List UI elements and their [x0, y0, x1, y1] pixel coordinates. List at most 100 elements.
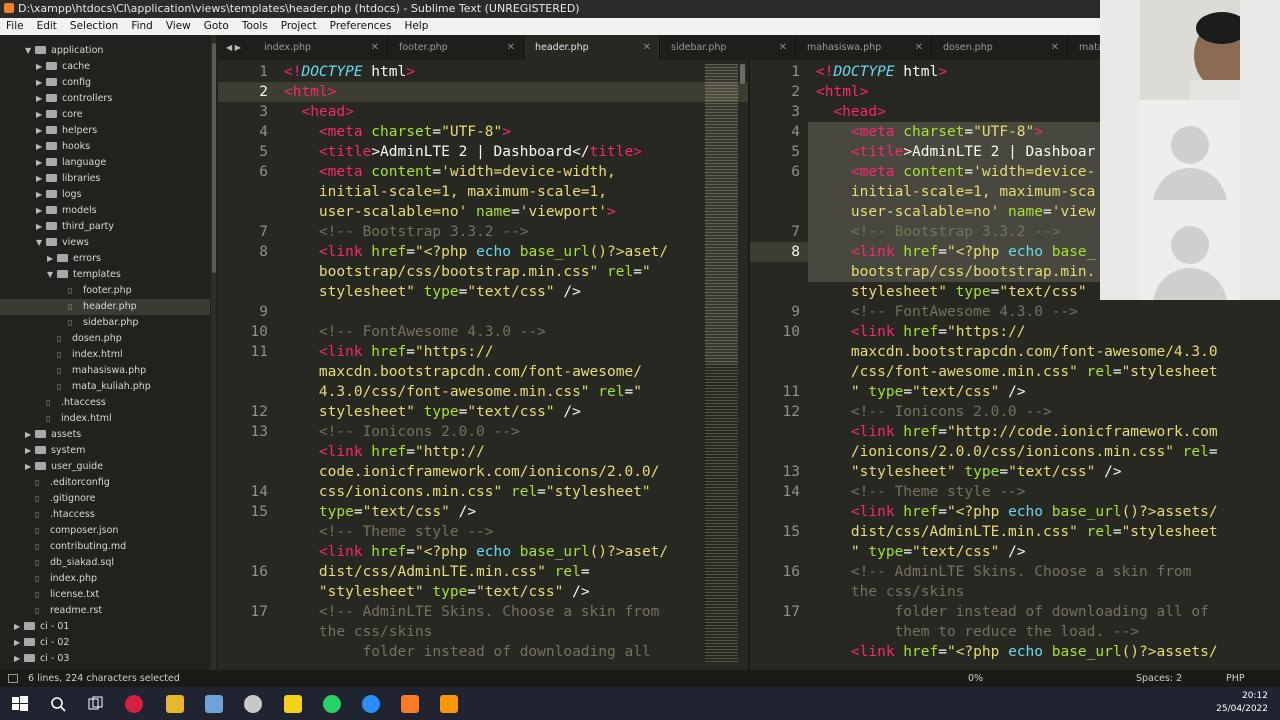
- paint-app-icon[interactable]: [244, 695, 262, 713]
- tab-nav-arrows-icon[interactable]: ◀ ▶: [226, 35, 241, 60]
- syntax-status[interactable]: PHP: [1226, 670, 1245, 687]
- sidebar-folder[interactable]: ▶ libraries: [0, 171, 210, 187]
- chevron-right-icon[interactable]: ▶: [36, 139, 46, 155]
- tab-header-php[interactable]: header.php ✕: [525, 35, 660, 60]
- sidebar-file[interactable]: ▯ mahasiswa.php: [0, 363, 210, 379]
- sidebar-file[interactable]: ▯ header.php: [0, 299, 210, 315]
- sidebar-file[interactable]: ▯ readme.rst: [0, 603, 210, 619]
- menu-item-help[interactable]: Help: [404, 20, 428, 32]
- chevron-down-icon[interactable]: ▼: [36, 235, 46, 251]
- sidebar-folder[interactable]: ▼ application: [0, 43, 210, 59]
- chevron-right-icon[interactable]: ▶: [14, 619, 24, 635]
- sidebar-folder[interactable]: ▶ third_party: [0, 219, 210, 235]
- code-area[interactable]: <!DOCTYPE html> <html> <head> <meta chars…: [284, 62, 668, 662]
- tab-footer-php[interactable]: footer.php ✕: [389, 35, 524, 60]
- sidebar-scrollbar-thumb[interactable]: [212, 43, 216, 273]
- sidebar-file[interactable]: ▯ .gitignore: [0, 491, 210, 507]
- menu-item-tools[interactable]: Tools: [242, 20, 268, 32]
- editor-pane-left[interactable]: 1 2 3 4 5 6 7 8 9 10 11 12 13 14 15 16 17 <!DOCTYPE html>…: [218, 60, 748, 670]
- chevron-right-icon[interactable]: ▶: [25, 459, 35, 475]
- minimap-viewport[interactable]: [705, 64, 738, 364]
- close-tab-icon[interactable]: ✕: [371, 35, 379, 60]
- sidebar-file[interactable]: ▯ .htaccess: [0, 395, 210, 411]
- menu-item-project[interactable]: Project: [281, 20, 317, 32]
- sidebar-folder[interactable]: ▶ ci - 01: [0, 619, 210, 635]
- sidebar-file-tree[interactable]: ▼ application ▶ cache ▶ config ▶ controllers ▶ co…: [0, 35, 218, 670]
- windows-start-icon[interactable]: [11, 695, 29, 713]
- chevron-right-icon[interactable]: ▶: [36, 59, 46, 75]
- sidebar-folder[interactable]: ▶ core: [0, 107, 210, 123]
- sidebar-file[interactable]: ▯ .htaccess: [0, 507, 210, 523]
- sidebar-folder[interactable]: ▶ config: [0, 75, 210, 91]
- sidebar-folder[interactable]: ▼ views: [0, 235, 210, 251]
- sidebar-file[interactable]: ▯ db_siakad.sql: [0, 555, 210, 571]
- xampp-icon[interactable]: [401, 695, 419, 713]
- task-view-icon[interactable]: [87, 695, 105, 713]
- zoom-icon[interactable]: [362, 695, 380, 713]
- chevron-right-icon[interactable]: ▶: [25, 427, 35, 443]
- tab-mahasiswa-php[interactable]: mahasiswa.php ✕: [797, 35, 932, 60]
- sidebar-file[interactable]: ▯ license.txt: [0, 587, 210, 603]
- tab-index-php[interactable]: index.php ✕: [254, 35, 388, 60]
- close-tab-icon[interactable]: ✕: [507, 35, 515, 60]
- close-tab-icon[interactable]: ✕: [1051, 35, 1059, 60]
- chevron-down-icon[interactable]: ▼: [47, 267, 57, 283]
- sidebar-file[interactable]: ▯ footer.php: [0, 283, 210, 299]
- sticky-notes-icon[interactable]: [284, 695, 302, 713]
- close-tab-icon[interactable]: ✕: [643, 35, 651, 60]
- close-tab-icon[interactable]: ✕: [779, 35, 787, 60]
- chevron-right-icon[interactable]: ▶: [36, 155, 46, 171]
- panel-toggle-icon[interactable]: [8, 674, 18, 683]
- sidebar-folder[interactable]: ▶ assets: [0, 427, 210, 443]
- chevron-right-icon[interactable]: ▶: [36, 107, 46, 123]
- sidebar-file[interactable]: ▯ contributing.md: [0, 539, 210, 555]
- sidebar-folder[interactable]: ▶ ci - 03: [0, 651, 210, 667]
- tab-dosen-php[interactable]: dosen.php ✕: [933, 35, 1068, 60]
- sidebar-file[interactable]: ▯ .editorconfig: [0, 475, 210, 491]
- sidebar-folder[interactable]: ▶ hooks: [0, 139, 210, 155]
- menu-item-file[interactable]: File: [6, 20, 24, 32]
- sidebar-folder[interactable]: ▶ controllers: [0, 91, 210, 107]
- menu-item-selection[interactable]: Selection: [70, 20, 118, 32]
- chevron-right-icon[interactable]: ▶: [36, 187, 46, 203]
- editor-scrollbar-thumb[interactable]: [740, 64, 745, 84]
- chevron-right-icon[interactable]: ▶: [14, 651, 24, 667]
- sublime-text-taskbar-icon[interactable]: [440, 695, 458, 713]
- chevron-right-icon[interactable]: ▶: [36, 171, 46, 187]
- menu-item-view[interactable]: View: [166, 20, 191, 32]
- sidebar-folder[interactable]: ▼ templates: [0, 267, 210, 283]
- chevron-right-icon[interactable]: ▶: [36, 203, 46, 219]
- sidebar-folder[interactable]: ▶ models: [0, 203, 210, 219]
- sidebar-file[interactable]: ▯ mata_kuliah.php: [0, 379, 210, 395]
- sidebar-file[interactable]: ▯ sidebar.php: [0, 315, 210, 331]
- sidebar-folder[interactable]: ▶ ci - 02: [0, 635, 210, 651]
- chevron-right-icon[interactable]: ▶: [36, 91, 46, 107]
- menu-item-goto[interactable]: Goto: [204, 20, 229, 32]
- menu-item-edit[interactable]: Edit: [37, 20, 57, 32]
- sidebar-file[interactable]: ▯ composer.json: [0, 523, 210, 539]
- tab-sidebar-php[interactable]: sidebar.php ✕: [661, 35, 796, 60]
- whatsapp-icon[interactable]: [323, 695, 341, 713]
- chevron-right-icon[interactable]: ▶: [47, 251, 57, 267]
- sidebar-folder[interactable]: ▶ errors: [0, 251, 210, 267]
- system-clock[interactable]: 20:12 25/04/2022: [1216, 690, 1268, 716]
- indentation-status[interactable]: Spaces: 2: [1136, 670, 1182, 687]
- sidebar-file[interactable]: ▯ dosen.php: [0, 331, 210, 347]
- sidebar-file[interactable]: ▯ index.html: [0, 347, 210, 363]
- chevron-right-icon[interactable]: ▶: [14, 635, 24, 651]
- sidebar-file[interactable]: ▯ index.html: [0, 411, 210, 427]
- search-icon[interactable]: [49, 695, 67, 713]
- chevron-right-icon[interactable]: ▶: [36, 75, 46, 91]
- menu-item-preferences[interactable]: Preferences: [330, 20, 392, 32]
- chevron-right-icon[interactable]: ▶: [25, 443, 35, 459]
- opera-browser-icon[interactable]: [125, 695, 143, 713]
- sidebar-folder[interactable]: ▶ helpers: [0, 123, 210, 139]
- app-icon[interactable]: [205, 695, 223, 713]
- sidebar-folder[interactable]: ▶ logs: [0, 187, 210, 203]
- menu-item-find[interactable]: Find: [131, 20, 153, 32]
- sidebar-folder[interactable]: ▶ cache: [0, 59, 210, 75]
- close-tab-icon[interactable]: ✕: [915, 35, 923, 60]
- file-explorer-icon[interactable]: [166, 695, 184, 713]
- chevron-down-icon[interactable]: ▼: [25, 43, 35, 59]
- sidebar-folder[interactable]: ▶ user_guide: [0, 459, 210, 475]
